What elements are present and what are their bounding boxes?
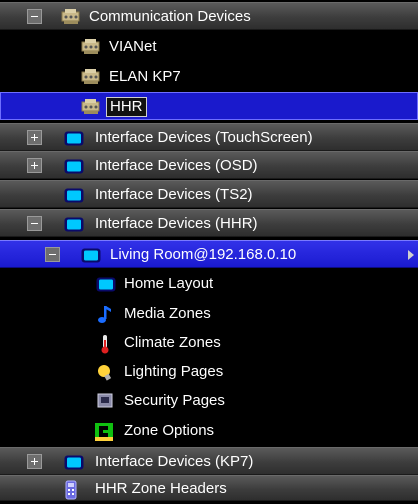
tree-node-label: Media Zones	[124, 305, 211, 322]
tree-node-lighting-pages[interactable]: Lighting Pages	[0, 358, 418, 386]
network-device-icon	[81, 38, 100, 56]
tree-node-vianet[interactable]: VIANet	[0, 33, 418, 61]
tree-node-interface-devices-kp7[interactable]: Interface Devices (KP7)	[0, 447, 418, 475]
light-bulb-icon	[96, 363, 114, 381]
configuration-tree: Communication Devices VIANet ELAN KP7 HH…	[0, 0, 418, 501]
tree-node-elan-kp7[interactable]: ELAN KP7	[0, 63, 418, 91]
tree-node-communication-devices[interactable]: Communication Devices	[0, 2, 418, 30]
tree-node-interface-devices-touchscreen[interactable]: Interface Devices (TouchScreen)	[0, 123, 418, 151]
tree-node-living-room[interactable]: Living Room@192.168.0.10	[0, 240, 418, 268]
collapse-toggle[interactable]	[27, 216, 42, 231]
tree-node-home-layout[interactable]: Home Layout	[0, 270, 418, 298]
collapse-toggle[interactable]	[45, 247, 60, 262]
tree-node-interface-devices-hhr[interactable]: Interface Devices (HHR)	[0, 209, 418, 237]
tree-node-security-pages[interactable]: Security Pages	[0, 387, 418, 415]
expand-toggle[interactable]	[27, 454, 42, 469]
tree-node-label: Zone Options	[124, 422, 215, 439]
tree-node-label: VIANet	[109, 38, 157, 55]
tree-node-label: Home Layout	[124, 275, 214, 292]
tree-node-label: Interface Devices (TouchScreen)	[95, 129, 313, 146]
expand-toggle[interactable]	[27, 130, 42, 145]
thermometer-icon	[96, 334, 114, 354]
tree-node-interface-devices-ts2[interactable]: Interface Devices (TS2)	[0, 180, 418, 208]
tree-node-label: Lighting Pages	[124, 363, 224, 380]
tree-node-label: Living Room@192.168.0.10	[110, 246, 297, 263]
tree-node-label: Interface Devices (OSD)	[95, 157, 258, 174]
tree-node-zone-options[interactable]: Zone Options	[0, 417, 418, 445]
screen-icon	[64, 188, 84, 203]
tree-node-media-zones[interactable]: Media Zones	[0, 300, 418, 328]
security-panel-icon	[96, 392, 114, 410]
tree-node-hhr-zone-headers[interactable]: HHR Zone Headers	[0, 475, 418, 501]
screen-icon	[64, 217, 84, 232]
zone-options-icon	[94, 422, 113, 441]
tree-node-label: Security Pages	[124, 392, 225, 409]
screen-icon	[64, 455, 84, 470]
network-devices-icon	[61, 8, 80, 26]
network-device-icon	[81, 98, 100, 116]
tree-node-climate-zones[interactable]: Climate Zones	[0, 329, 418, 357]
scroll-right-icon[interactable]	[408, 250, 414, 260]
screen-icon	[96, 277, 116, 292]
tree-node-label: HHR	[106, 97, 147, 117]
screen-icon	[81, 248, 101, 263]
tree-node-label: HHR Zone Headers	[95, 480, 227, 497]
screen-icon	[64, 131, 84, 146]
network-device-icon	[81, 68, 100, 86]
tree-node-label: ELAN KP7	[109, 68, 181, 85]
tree-node-interface-devices-osd[interactable]: Interface Devices (OSD)	[0, 151, 418, 179]
tree-node-hhr[interactable]: HHR	[0, 92, 418, 120]
music-note-icon	[96, 305, 114, 323]
tree-node-label: Communication Devices	[89, 8, 251, 25]
tree-node-label: Interface Devices (KP7)	[95, 453, 254, 470]
tree-node-label: Interface Devices (TS2)	[95, 186, 253, 203]
remote-control-icon	[64, 480, 82, 500]
tree-node-label: Interface Devices (HHR)	[95, 215, 258, 232]
tree-node-label: Climate Zones	[124, 334, 221, 351]
expand-toggle[interactable]	[27, 158, 42, 173]
screen-icon	[64, 159, 84, 174]
collapse-toggle[interactable]	[27, 9, 42, 24]
